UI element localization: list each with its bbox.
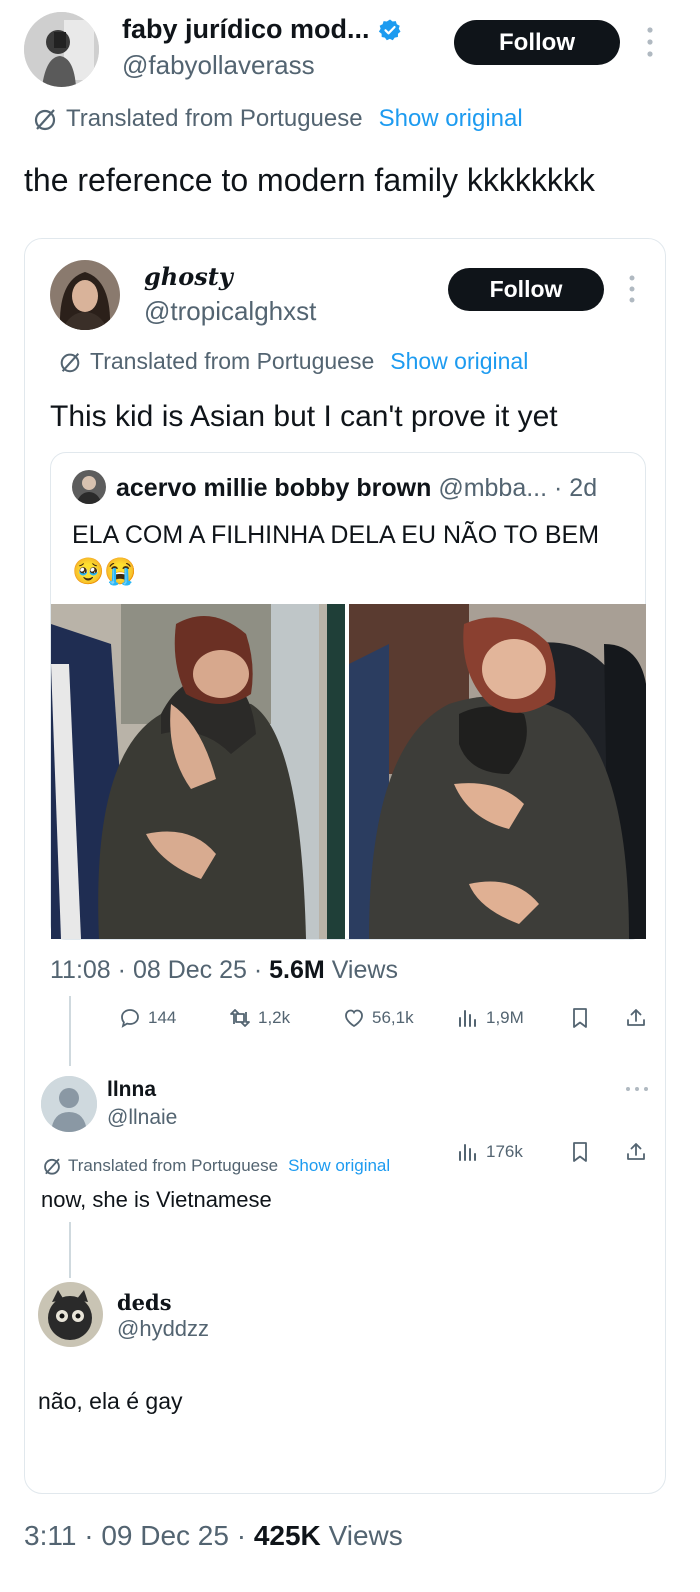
reply1-author-name[interactable]: llnna bbox=[107, 1078, 156, 1102]
reply1-views-count: 176k bbox=[486, 1142, 523, 1161]
quoted-author-avatar[interactable] bbox=[50, 260, 120, 330]
author-handle[interactable]: @fabyollaverass bbox=[122, 50, 315, 81]
quoted-translation-notice: Translated from Portuguese Show original bbox=[58, 348, 528, 375]
quoted-author-name[interactable]: ghosty bbox=[144, 262, 233, 291]
nested-author-avatar[interactable] bbox=[72, 470, 106, 504]
views-icon bbox=[459, 1144, 476, 1161]
main-timestamp-line: 3:11 · 09 Dec 25 · 425K Views bbox=[24, 1520, 403, 1551]
tweet-text: the reference to modern family kkkkkkkk bbox=[24, 162, 595, 198]
retweet-button[interactable]: 1,2k bbox=[228, 1006, 290, 1030]
retweet-icon bbox=[230, 1009, 250, 1027]
reply2-text: não, ela é gay bbox=[38, 1388, 183, 1414]
reply-button[interactable]: 144 bbox=[118, 1006, 176, 1030]
translate-icon bbox=[60, 352, 80, 372]
main-views-count: 425K bbox=[253, 1520, 321, 1551]
tweet-photo-2[interactable] bbox=[349, 604, 646, 939]
translate-icon bbox=[44, 1158, 60, 1175]
main-views-label: Views bbox=[328, 1520, 403, 1551]
views-icon bbox=[459, 1010, 476, 1027]
reply1-bookmark-button[interactable] bbox=[568, 1140, 592, 1164]
author-avatar[interactable] bbox=[24, 12, 99, 87]
views-count: 1,9M bbox=[486, 1008, 524, 1027]
reply-thread-connector bbox=[69, 1222, 71, 1278]
reply1-text: now, she is Vietnamese bbox=[41, 1187, 272, 1212]
main-date[interactable]: 09 Dec 25 bbox=[101, 1520, 229, 1551]
nested-age: · 2d bbox=[554, 474, 598, 502]
quoted-author-handle[interactable]: @tropicalghxst bbox=[144, 296, 316, 327]
more-icon[interactable] bbox=[644, 24, 656, 65]
show-original-link[interactable]: Show original bbox=[379, 105, 523, 133]
quoted-views-count: 5.6M bbox=[269, 956, 325, 984]
reply1-handle[interactable]: @llnaie bbox=[107, 1106, 177, 1130]
reply1-avatar[interactable] bbox=[41, 1076, 97, 1132]
reply1-translation-notice: Translated from Portuguese Show original bbox=[42, 1156, 390, 1176]
views-button[interactable]: 1,9M bbox=[456, 1006, 524, 1030]
tweet-photo-1[interactable] bbox=[51, 604, 345, 939]
thread-connector bbox=[69, 996, 71, 1066]
quoted-more-icon[interactable] bbox=[626, 272, 638, 311]
nested-author-handle[interactable]: @mbba... bbox=[438, 474, 547, 502]
quoted-show-original-link[interactable]: Show original bbox=[390, 348, 528, 375]
reply2-avatar[interactable] bbox=[38, 1282, 103, 1347]
quoted-translated-label: Translated from Portuguese bbox=[90, 348, 375, 374]
main-time[interactable]: 3:11 bbox=[24, 1520, 76, 1551]
reply-count: 144 bbox=[148, 1008, 177, 1027]
like-count: 56,1k bbox=[372, 1008, 414, 1027]
author-name[interactable]: faby jurídico mod... bbox=[122, 14, 402, 45]
reply-icon bbox=[121, 1009, 139, 1028]
author-name-text[interactable]: faby jurídico mod... bbox=[122, 14, 370, 45]
share-button[interactable] bbox=[624, 1006, 648, 1030]
nested-tweet-text: ELA COM A FILHINHA DELA EU NÃO TO BEM bbox=[72, 521, 600, 549]
translate-icon bbox=[34, 109, 56, 131]
nested-emoji: 🥹😭 bbox=[72, 556, 137, 586]
bookmark-button[interactable] bbox=[568, 1006, 592, 1030]
share-icon bbox=[627, 1143, 645, 1160]
retweet-count: 1,2k bbox=[258, 1008, 291, 1027]
share-icon bbox=[627, 1009, 645, 1026]
reply1-views-button[interactable]: 176k bbox=[456, 1140, 523, 1164]
bookmark-icon bbox=[573, 1142, 587, 1162]
quoted-date[interactable]: 08 Dec 25 bbox=[133, 956, 247, 984]
reply1-share-button[interactable] bbox=[624, 1140, 648, 1164]
bookmark-icon bbox=[573, 1008, 587, 1028]
nested-author-line: acervo millie bobby brown @mbba... · 2d bbox=[116, 474, 597, 503]
quoted-time[interactable]: 11:08 bbox=[50, 956, 111, 984]
like-button[interactable]: 56,1k bbox=[342, 1006, 414, 1030]
translated-label: Translated from Portuguese bbox=[66, 105, 363, 132]
nested-author-name[interactable]: acervo millie bobby brown bbox=[116, 474, 431, 502]
quoted-follow-button[interactable]: Follow bbox=[448, 268, 604, 311]
quoted-views-label: Views bbox=[331, 956, 398, 984]
like-icon bbox=[345, 1009, 363, 1028]
translation-notice: Translated from Portuguese Show original bbox=[32, 105, 523, 133]
reply1-show-original-link[interactable]: Show original bbox=[288, 1156, 390, 1176]
reply2-handle[interactable]: @hyddzz bbox=[117, 1316, 209, 1342]
reply1-more-icon[interactable] bbox=[624, 1080, 650, 1098]
reply1-translated-label: Translated from Portuguese bbox=[68, 1156, 279, 1175]
verified-badge-icon bbox=[378, 19, 401, 40]
quoted-timestamp-line: 11:08 · 08 Dec 25 · 5.6M Views bbox=[50, 956, 398, 984]
quoted-tweet-text: This kid is Asian but I can't prove it y… bbox=[50, 400, 558, 433]
follow-button[interactable]: Follow bbox=[454, 20, 620, 65]
reply2-author-name[interactable]: deds bbox=[117, 1290, 172, 1315]
